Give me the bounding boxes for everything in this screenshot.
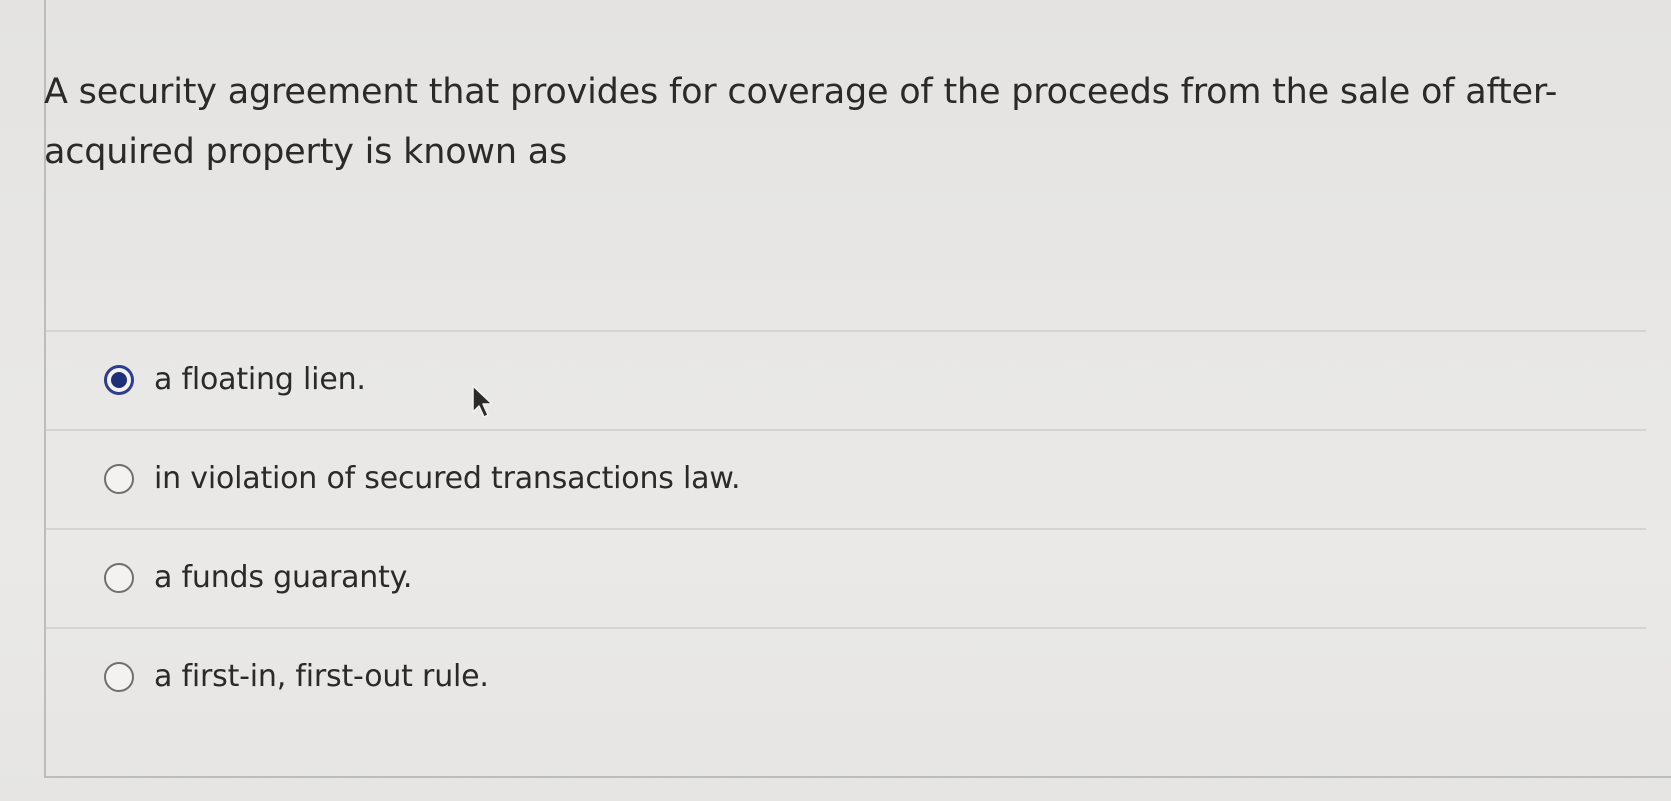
option-divider xyxy=(46,528,1646,530)
answer-option-fifo-rule[interactable]: a first-in, first-out rule. xyxy=(46,627,1646,726)
answer-option-floating-lien[interactable]: a floating lien. xyxy=(46,330,1646,429)
option-label: in violation of secured transactions law… xyxy=(154,461,741,496)
answer-option-funds-guaranty[interactable]: a funds guaranty. xyxy=(46,528,1646,627)
option-divider xyxy=(46,330,1646,332)
radio-button-selected[interactable] xyxy=(104,364,134,395)
answer-options: a floating lien. in violation of secured… xyxy=(46,330,1646,726)
radio-button[interactable] xyxy=(104,463,134,494)
radio-button[interactable] xyxy=(104,562,134,593)
answer-option-violation[interactable]: in violation of secured transactions law… xyxy=(46,429,1646,528)
radio-button[interactable] xyxy=(104,661,134,692)
option-divider xyxy=(46,429,1646,431)
option-label: a first-in, first-out rule. xyxy=(154,659,489,694)
mouse-pointer-icon xyxy=(472,385,493,418)
option-label: a funds guaranty. xyxy=(154,560,413,595)
option-divider xyxy=(46,627,1646,629)
option-label: a floating lien. xyxy=(154,362,366,397)
question-text: A security agreement that provides for c… xyxy=(44,72,1558,172)
